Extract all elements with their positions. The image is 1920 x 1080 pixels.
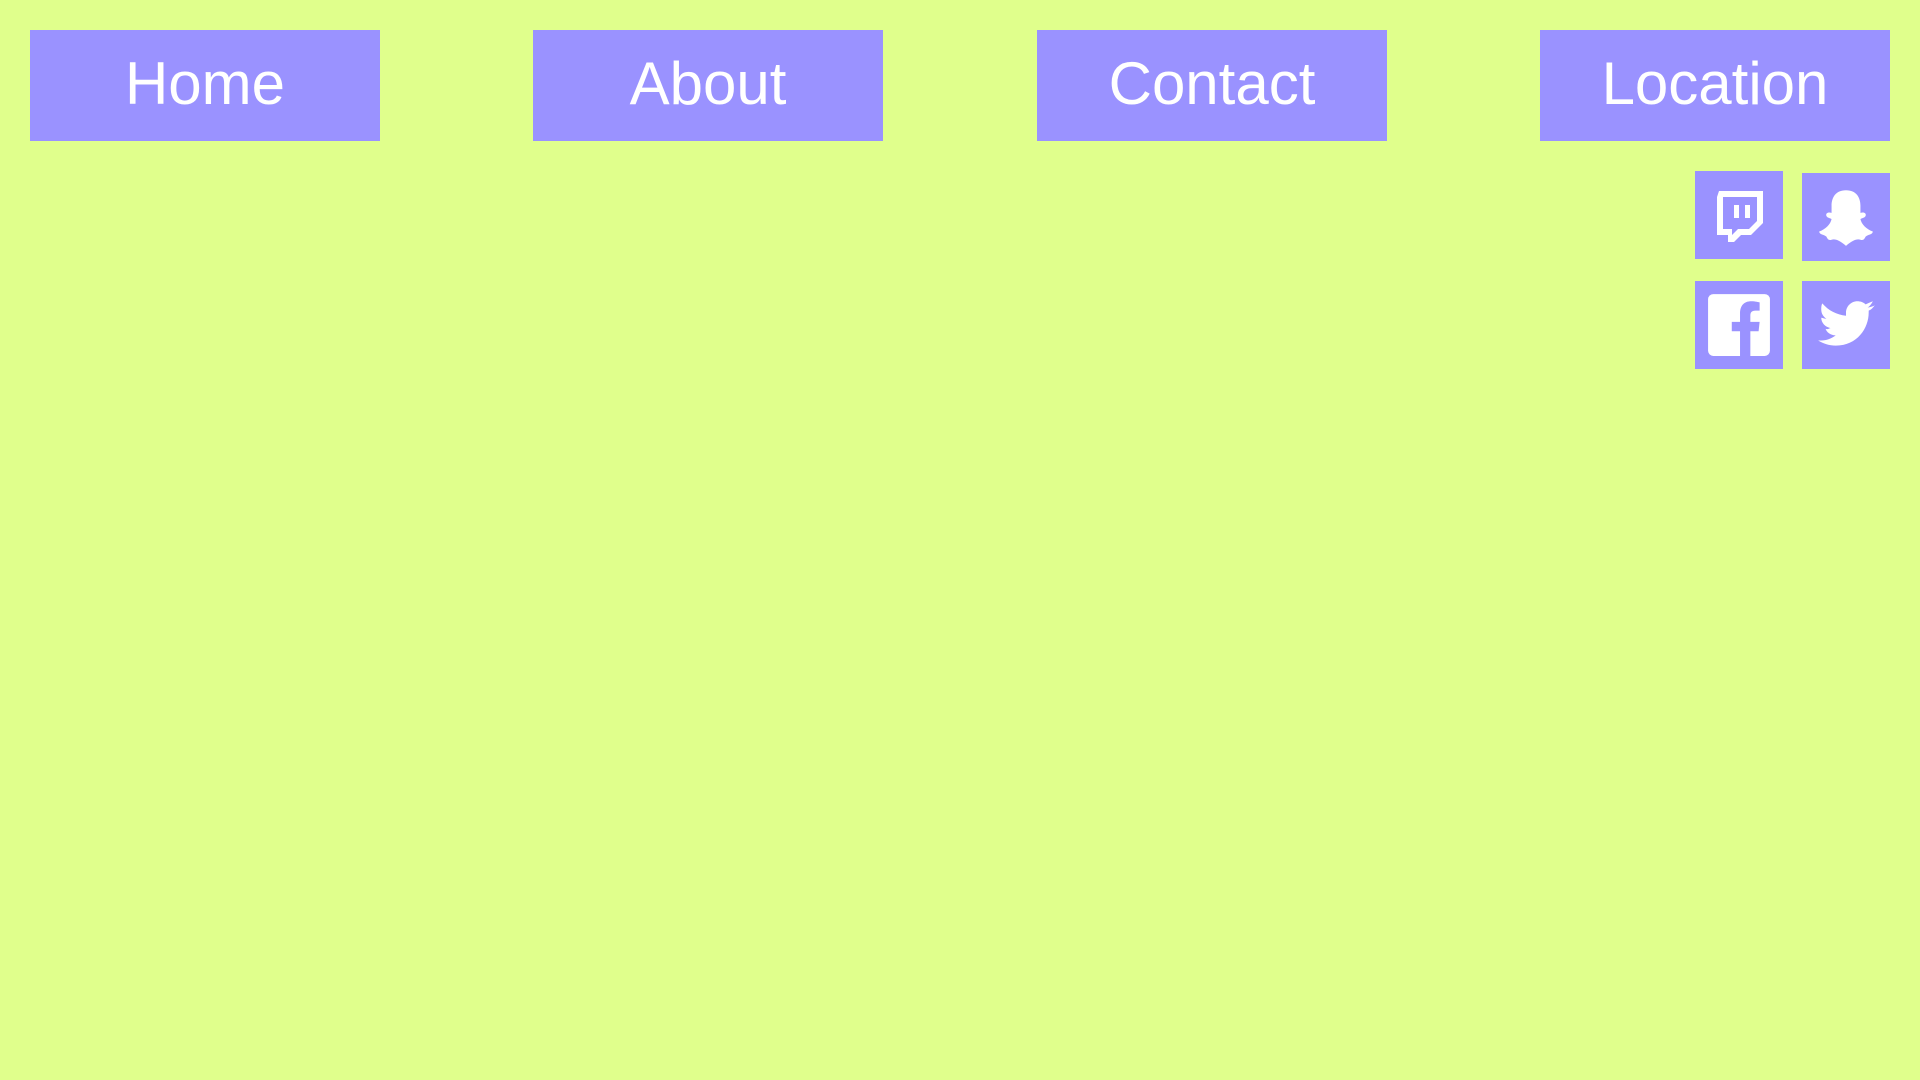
nav-location-button[interactable]: Location xyxy=(1540,30,1890,141)
nav-contact-button[interactable]: Contact xyxy=(1037,30,1387,141)
nav-home-label: Home xyxy=(124,50,286,117)
nav-home-button[interactable]: Home xyxy=(30,30,380,141)
twitter-button[interactable] xyxy=(1802,281,1890,369)
facebook-icon xyxy=(1708,294,1770,356)
twitter-icon xyxy=(1818,301,1875,346)
nav-about-label: About xyxy=(629,50,787,117)
facebook-button[interactable] xyxy=(1695,281,1783,369)
snapchat-icon xyxy=(1819,190,1873,246)
twitch-button[interactable] xyxy=(1695,171,1783,259)
snapchat-button[interactable] xyxy=(1802,173,1890,261)
nav-about-button[interactable]: About xyxy=(533,30,883,141)
nav-contact-label: Contact xyxy=(1108,50,1316,117)
twitch-icon xyxy=(1717,191,1763,242)
nav-location-label: Location xyxy=(1601,50,1829,117)
